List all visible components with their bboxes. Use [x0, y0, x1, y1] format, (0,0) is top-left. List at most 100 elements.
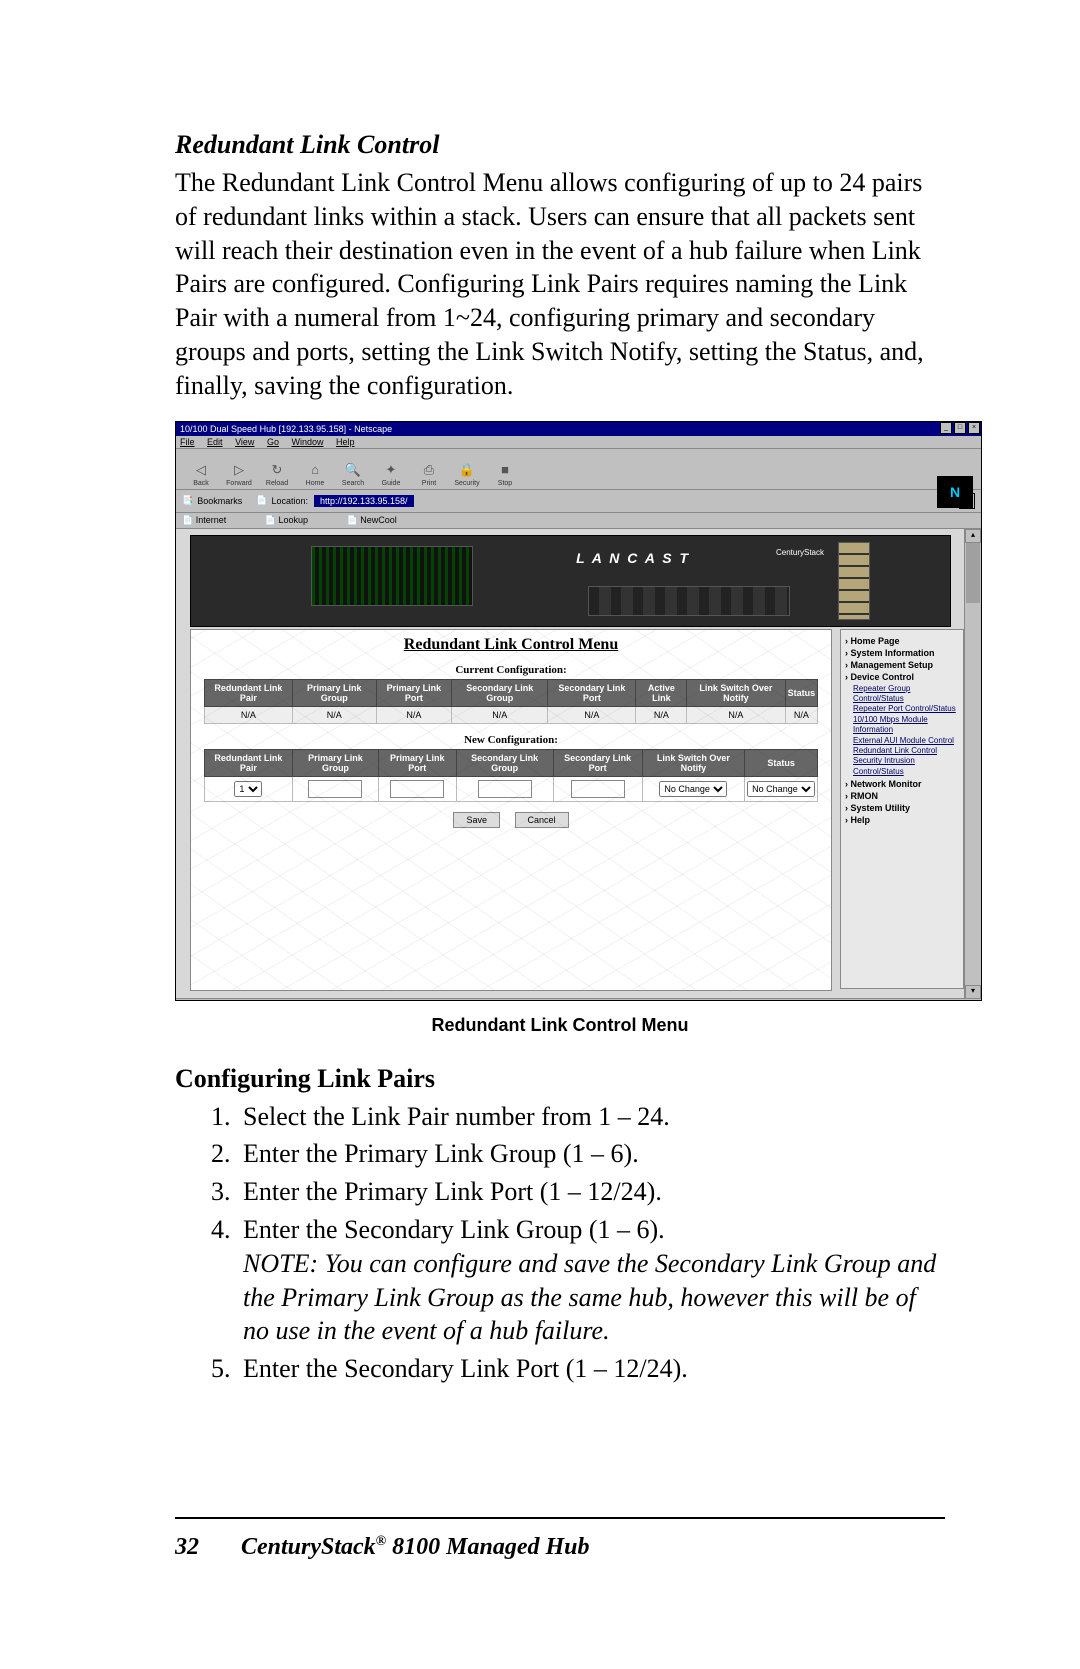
personal-toolbar: 📄 Internet 📄 Lookup 📄 NewCool — [176, 513, 981, 529]
toolbar-home[interactable]: ⌂Home — [296, 460, 334, 487]
bookmarks-icon[interactable]: 📑 — [182, 495, 193, 506]
table-cell: N/A — [687, 706, 785, 723]
column-header: Link Switch Over Notify — [687, 679, 785, 706]
toolbar-back[interactable]: ◁Back — [182, 460, 220, 487]
panel-title: Redundant Link Control Menu — [191, 636, 831, 654]
column-header: Primary Link Port — [378, 749, 456, 776]
nav-link[interactable]: Security Intrusion Control/Status — [853, 756, 959, 777]
scroll-down-icon[interactable]: ▾ — [965, 985, 981, 999]
nav-link[interactable]: External AUI Module Control — [853, 736, 959, 746]
column-header: Redundant Link Pair — [204, 679, 292, 706]
current-config-table: Redundant Link PairPrimary Link GroupPri… — [204, 679, 818, 724]
device-model-tag: CenturyStack — [776, 548, 824, 557]
secondary-port-input[interactable] — [553, 776, 642, 801]
primary-group-input[interactable] — [293, 776, 379, 801]
nav-group[interactable]: › Help — [845, 815, 959, 825]
nav-group[interactable]: › RMON — [845, 791, 959, 801]
device-status-cluster — [838, 542, 870, 620]
table-cell: N/A — [204, 706, 292, 723]
nav-group[interactable]: › System Information — [845, 648, 959, 658]
reload-icon: ↻ — [258, 460, 296, 480]
maximize-icon[interactable]: □ — [954, 422, 966, 434]
page-content: L A N C A S T CenturyStack Redundant Lin… — [176, 529, 981, 1001]
table-cell: N/A — [292, 706, 376, 723]
step-note: NOTE: You can configure and save the Sec… — [243, 1249, 936, 1346]
new-config-heading: New Configuration: — [191, 734, 831, 746]
location-prefix: Location: — [271, 496, 308, 506]
nav-link[interactable]: Repeater Port Control/Status — [853, 704, 959, 714]
cancel-button[interactable]: Cancel — [515, 812, 569, 828]
table-cell: N/A — [376, 706, 452, 723]
nav-group[interactable]: › Device Control — [845, 672, 959, 682]
subsection-heading: Configuring Link Pairs — [175, 1064, 945, 1094]
nav-link[interactable]: 10/100 Mbps Module Information — [853, 715, 959, 736]
lancast-logo: L A N C A S T — [576, 550, 690, 566]
side-nav: › Home Page › System Information › Managem… — [840, 629, 964, 989]
column-header: Redundant Link Pair — [204, 749, 292, 776]
footer-title: CenturyStack® 8100 Managed Hub — [241, 1534, 590, 1560]
toolbar-forward[interactable]: ▷Forward — [220, 460, 258, 487]
nav-group[interactable]: › Management Setup — [845, 660, 959, 670]
link-internet[interactable]: 📄 Internet — [182, 515, 244, 525]
secondary-group-input[interactable] — [456, 776, 553, 801]
document-page: Redundant Link Control The Redundant Lin… — [0, 0, 1080, 1669]
current-config-heading: Current Configuration: — [191, 664, 831, 676]
section-title: Redundant Link Control — [175, 130, 945, 160]
netscape-window: 10/100 Dual Speed Hub [192.133.95.158] -… — [175, 421, 982, 1001]
bookmarks-label[interactable]: Bookmarks — [197, 496, 242, 506]
location-icon: 📄 — [256, 495, 267, 506]
pair-select[interactable]: 1 — [204, 776, 292, 801]
menubar[interactable]: File Edit View Go Window Help — [176, 436, 981, 449]
column-header: Status — [745, 749, 818, 776]
toolbar-search[interactable]: 🔍Search — [334, 460, 372, 487]
vertical-scrollbar[interactable]: ▴ ▾ — [964, 529, 981, 999]
menu-go[interactable]: Go — [267, 437, 279, 447]
list-item: Enter the Secondary Link Port (1 – 12/24… — [237, 1352, 945, 1386]
steps-list: Select the Link Pair number from 1 – 24.… — [209, 1100, 945, 1386]
new-config-table: Redundant Link PairPrimary Link GroupPri… — [204, 749, 818, 802]
link-lookup[interactable]: 📄 Lookup — [265, 515, 326, 525]
column-header: Status — [785, 679, 818, 706]
toolbar-security[interactable]: 🔒Security — [448, 460, 486, 487]
menu-help[interactable]: Help — [336, 437, 355, 447]
device-led-panel — [311, 546, 473, 606]
column-header: Secondary Link Group — [456, 749, 553, 776]
scroll-up-icon[interactable]: ▴ — [965, 529, 981, 543]
nav-link[interactable]: Repeater Group Control/Status — [853, 684, 959, 705]
intro-paragraph: The Redundant Link Control Menu allows c… — [175, 166, 945, 403]
menu-file[interactable]: File — [180, 437, 195, 447]
nav-group[interactable]: › Home Page — [845, 636, 959, 646]
column-header: Secondary Link Port — [548, 679, 636, 706]
netscape-logo: N — [937, 476, 973, 508]
device-port-grid — [588, 586, 790, 616]
figure-caption: Redundant Link Control Menu — [175, 1015, 945, 1036]
page-number: 32 — [175, 1534, 235, 1561]
menu-window[interactable]: Window — [291, 437, 323, 447]
close-icon[interactable]: × — [968, 422, 980, 434]
window-title: 10/100 Dual Speed Hub [192.133.95.158] -… — [176, 422, 939, 436]
column-header: Active Link — [636, 679, 687, 706]
scroll-thumb[interactable] — [966, 543, 980, 603]
toolbar-guide[interactable]: ✦Guide — [372, 460, 410, 487]
toolbar-stop[interactable]: ■Stop — [486, 460, 524, 487]
column-header: Link Switch Over Notify — [642, 749, 745, 776]
menu-edit[interactable]: Edit — [207, 437, 223, 447]
forward-icon: ▷ — [220, 460, 258, 480]
list-item: Enter the Primary Link Group (1 – 6). — [237, 1137, 945, 1171]
column-header: Primary Link Group — [292, 679, 376, 706]
link-newcool[interactable]: 📄 NewCool — [347, 515, 415, 525]
location-field[interactable]: http://192.133.95.158/ — [314, 495, 414, 507]
location-bar: 📑 Bookmarks 📄 Location: http://192.133.9… — [176, 490, 981, 513]
nav-group[interactable]: › System Utility — [845, 803, 959, 813]
primary-port-input[interactable] — [378, 776, 456, 801]
toolbar-print[interactable]: ⎙Print — [410, 460, 448, 487]
status-select[interactable]: No Change — [745, 776, 818, 801]
save-button[interactable]: Save — [453, 812, 500, 828]
toolbar-reload[interactable]: ↻Reload — [258, 460, 296, 487]
nav-group[interactable]: › Network Monitor — [845, 779, 959, 789]
notify-select[interactable]: No Change — [642, 776, 745, 801]
minimize-icon[interactable]: _ — [940, 422, 952, 434]
menu-view[interactable]: View — [235, 437, 254, 447]
stop-icon: ■ — [486, 460, 524, 480]
nav-link[interactable]: Redundant Link Control — [853, 746, 959, 756]
